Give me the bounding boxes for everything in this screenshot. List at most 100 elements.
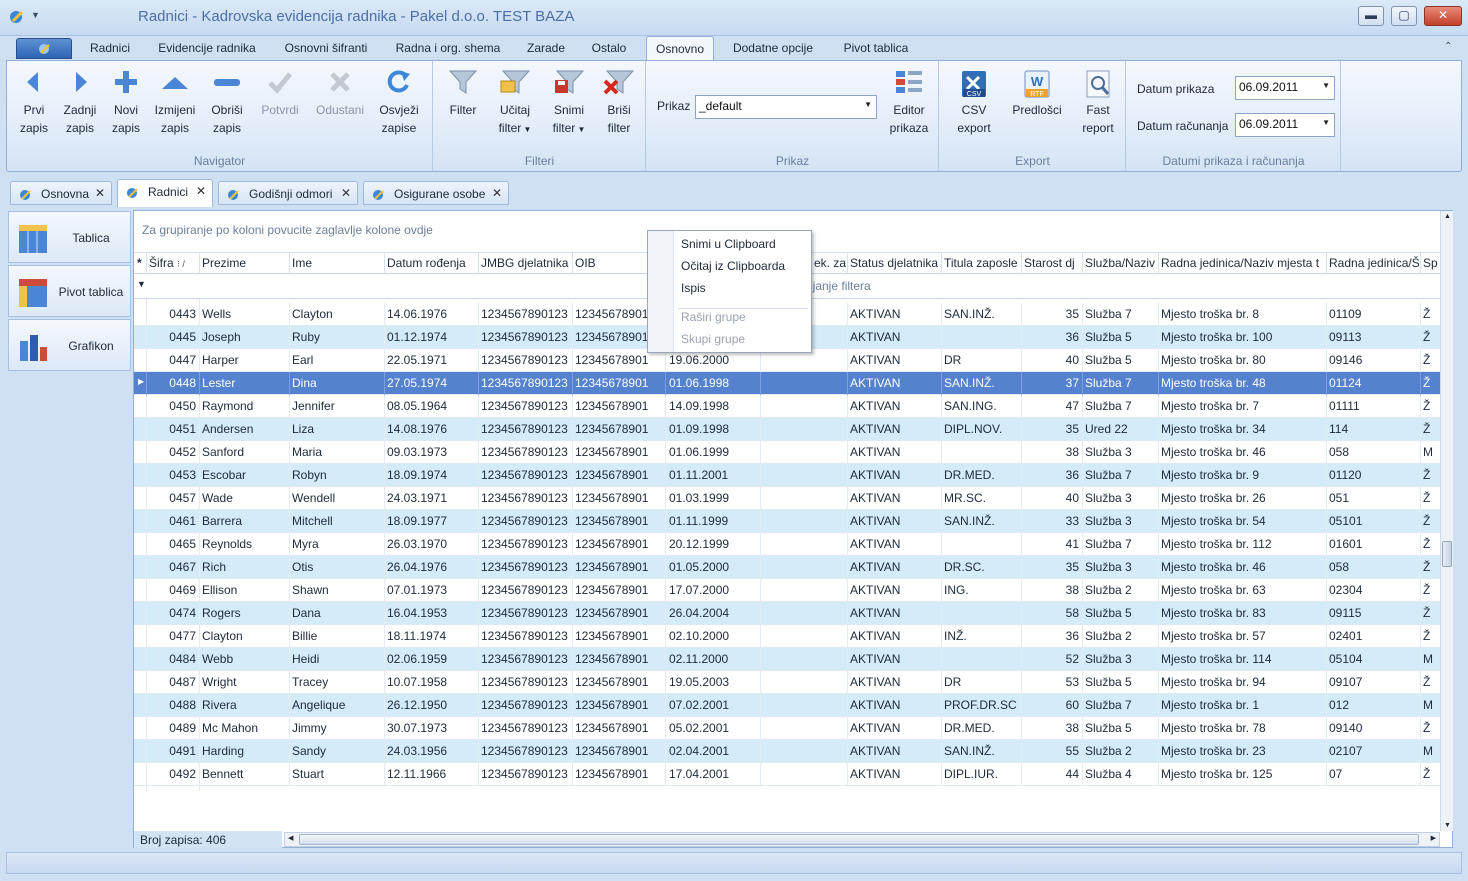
cell-prezime[interactable]: Bennett [202,767,288,781]
cell-sluzba[interactable]: Služba 7 [1085,307,1157,321]
table-row[interactable]: 0484 Webb Heidi 02.06.1959 1234567890123 1234… [134,648,1440,671]
cell-spol[interactable]: Ž [1423,491,1439,505]
templates-button[interactable]: W RTF Predlošci [1008,69,1066,119]
cell-prezime[interactable]: Rich [202,560,288,574]
cell-starost[interactable]: 33 [1024,514,1079,528]
cell-spol[interactable]: Ž [1423,583,1439,597]
cell-radna-jedinica-naziv[interactable]: Mjesto troška br. 94 [1161,675,1325,689]
cell-spol[interactable]: Ž [1423,330,1439,344]
column-header-starost[interactable]: Starost dj [1024,256,1082,270]
cell-datum-rodjenja[interactable]: 09.03.1973 [387,445,477,459]
cell-starost[interactable]: 55 [1024,744,1079,758]
cell-jmbg[interactable]: 1234567890123 [481,606,571,620]
cell-oib[interactable]: 12345678901 [575,422,663,436]
cell-radna-jedinica-sifra[interactable]: 058 [1329,560,1419,574]
cell-status[interactable]: AKTIVAN [850,537,940,551]
cell-ime[interactable]: Jimmy [292,721,384,735]
cell-oib[interactable]: 12345678901 [575,652,663,666]
cell-titula[interactable]: DR.MED. [944,721,1020,735]
app-icon[interactable] [8,8,26,26]
first-record-button[interactable]: Prvi zapis [11,69,57,137]
cell-spol[interactable]: Ž [1423,376,1439,390]
cell-radna-jedinica-naziv[interactable]: Mjesto troška br. 9 [1161,468,1325,482]
cell-spol[interactable]: Ž [1423,307,1439,321]
cell-radna-jedinica-naziv[interactable]: Mjesto troška br. 80 [1161,353,1325,367]
csv-export-button[interactable]: CSV CSV export [950,69,998,137]
cell-datum-rodjenja[interactable]: 26.12.1950 [387,698,477,712]
save-filter-button[interactable]: Snimi filter ▼ [544,69,594,139]
cell-sifra[interactable]: 0467 [150,560,196,574]
cell-status[interactable]: AKTIVAN [850,399,940,413]
cell-ime[interactable]: Mitchell [292,514,384,528]
cell-radna-jedinica-naziv[interactable]: Mjesto troška br. 7 [1161,399,1325,413]
cell-ime[interactable]: Dina [292,376,384,390]
cell-prezime[interactable]: Wells [202,307,288,321]
cell-sluzba[interactable]: Služba 7 [1085,376,1157,390]
cell-titula[interactable]: SAN.INŽ. [944,744,1020,758]
cell-starost[interactable]: 53 [1024,675,1079,689]
cell-prezime[interactable]: Rogers [202,606,288,620]
cell-prezime[interactable]: Lester [202,376,288,390]
cell-radna-jedinica-sifra[interactable]: 01120 [1329,468,1419,482]
cell-status[interactable]: AKTIVAN [850,376,940,390]
cell-ime[interactable]: Billie [292,629,384,643]
cell-titula[interactable]: SAN.INŽ. [944,514,1020,528]
column-header-spol[interactable]: Sp [1423,256,1441,270]
cell-jmbg[interactable]: 1234567890123 [481,721,571,735]
cell-sifra[interactable]: 0469 [150,583,196,597]
column-header-prezime[interactable]: Prezime [202,256,290,270]
cell-radna-jedinica-naziv[interactable]: Mjesto troška br. 54 [1161,514,1325,528]
cell-starost[interactable]: 52 [1024,652,1079,666]
cell-ime[interactable]: Robyn [292,468,384,482]
table-row[interactable]: 0487 Wright Tracey 10.07.1958 1234567890123 1… [134,671,1440,694]
delete-record-button[interactable]: Obriši zapis [203,69,251,137]
cell-jmbg[interactable]: 1234567890123 [481,767,571,781]
table-row[interactable]: 0461 Barrera Mitchell 18.09.1977 12345678901… [134,510,1440,533]
cell-radna-jedinica-sifra[interactable]: 051 [1329,491,1419,505]
column-header-radna-jedinica-sifra[interactable]: Radna jedinica/Š [1329,256,1419,270]
cell-sifra[interactable]: 0461 [150,514,196,528]
cell-oib[interactable]: 12345678901 [575,491,663,505]
fast-report-button[interactable]: Fast report [1072,69,1124,137]
cell-spol[interactable]: M [1423,652,1439,666]
cell-status[interactable]: AKTIVAN [850,353,940,367]
cell-datum-rodjenja[interactable]: 26.03.1970 [387,537,477,551]
cell-datum-rodjenja[interactable]: 24.03.1956 [387,744,477,758]
table-row[interactable]: 0492 Bennett Stuart 12.11.1966 1234567890123… [134,763,1440,786]
cell-radna-jedinica-sifra[interactable]: 09115 [1329,606,1419,620]
cell-status[interactable]: AKTIVAN [850,445,940,459]
cell-radna-jedinica-naziv[interactable]: Mjesto troška br. 125 [1161,767,1325,781]
cell-datum[interactable]: 01.03.1999 [669,491,757,505]
cell-prezime[interactable]: Ellison [202,583,288,597]
calculation-date-picker[interactable]: 06.09.2011 ▼ [1235,113,1335,137]
cell-datum-rodjenja[interactable]: 14.08.1976 [387,422,477,436]
cell-jmbg[interactable]: 1234567890123 [481,330,571,344]
doc-tab-osnovna[interactable]: Osnovna ✕ [10,181,112,205]
cell-datum[interactable]: 01.06.1999 [669,445,757,459]
cell-starost[interactable]: 36 [1024,468,1079,482]
cell-datum-rodjenja[interactable]: 26.04.1976 [387,560,477,574]
cell-datum-rodjenja[interactable]: 12.11.1966 [387,767,477,781]
cell-radna-jedinica-naziv[interactable]: Mjesto troška br. 100 [1161,330,1325,344]
cell-ime[interactable]: Dana [292,606,384,620]
cell-datum-rodjenja[interactable]: 22.05.1971 [387,353,477,367]
view-select[interactable]: _default ▼ [695,95,877,119]
cell-prezime[interactable]: Wright [202,675,288,689]
column-header-status[interactable]: Status djelatnika [850,256,942,270]
cell-datum-rodjenja[interactable]: 18.09.1974 [387,468,477,482]
cell-status[interactable]: AKTIVAN [850,491,940,505]
cell-oib[interactable]: 12345678901 [575,767,663,781]
view-editor-button[interactable]: Editor prikaza [883,69,935,137]
cell-datum[interactable]: 17.04.2001 [669,767,757,781]
cell-status[interactable]: AKTIVAN [850,698,940,712]
cell-status[interactable]: AKTIVAN [850,767,940,781]
column-header-titula[interactable]: Titula zaposle [944,256,1022,270]
cell-titula[interactable]: PROF.DR.SC [944,698,1020,712]
cell-jmbg[interactable]: 1234567890123 [481,583,571,597]
cell-prezime[interactable]: Barrera [202,514,288,528]
cell-radna-jedinica-naziv[interactable]: Mjesto troška br. 114 [1161,652,1325,666]
cell-datum[interactable]: 26.04.2004 [669,606,757,620]
table-row[interactable]: 0457 Wade Wendell 24.03.1971 1234567890123 12… [134,487,1440,510]
menu-item-print[interactable]: Ispis [681,281,706,295]
cell-ime[interactable]: Heidi [292,652,384,666]
